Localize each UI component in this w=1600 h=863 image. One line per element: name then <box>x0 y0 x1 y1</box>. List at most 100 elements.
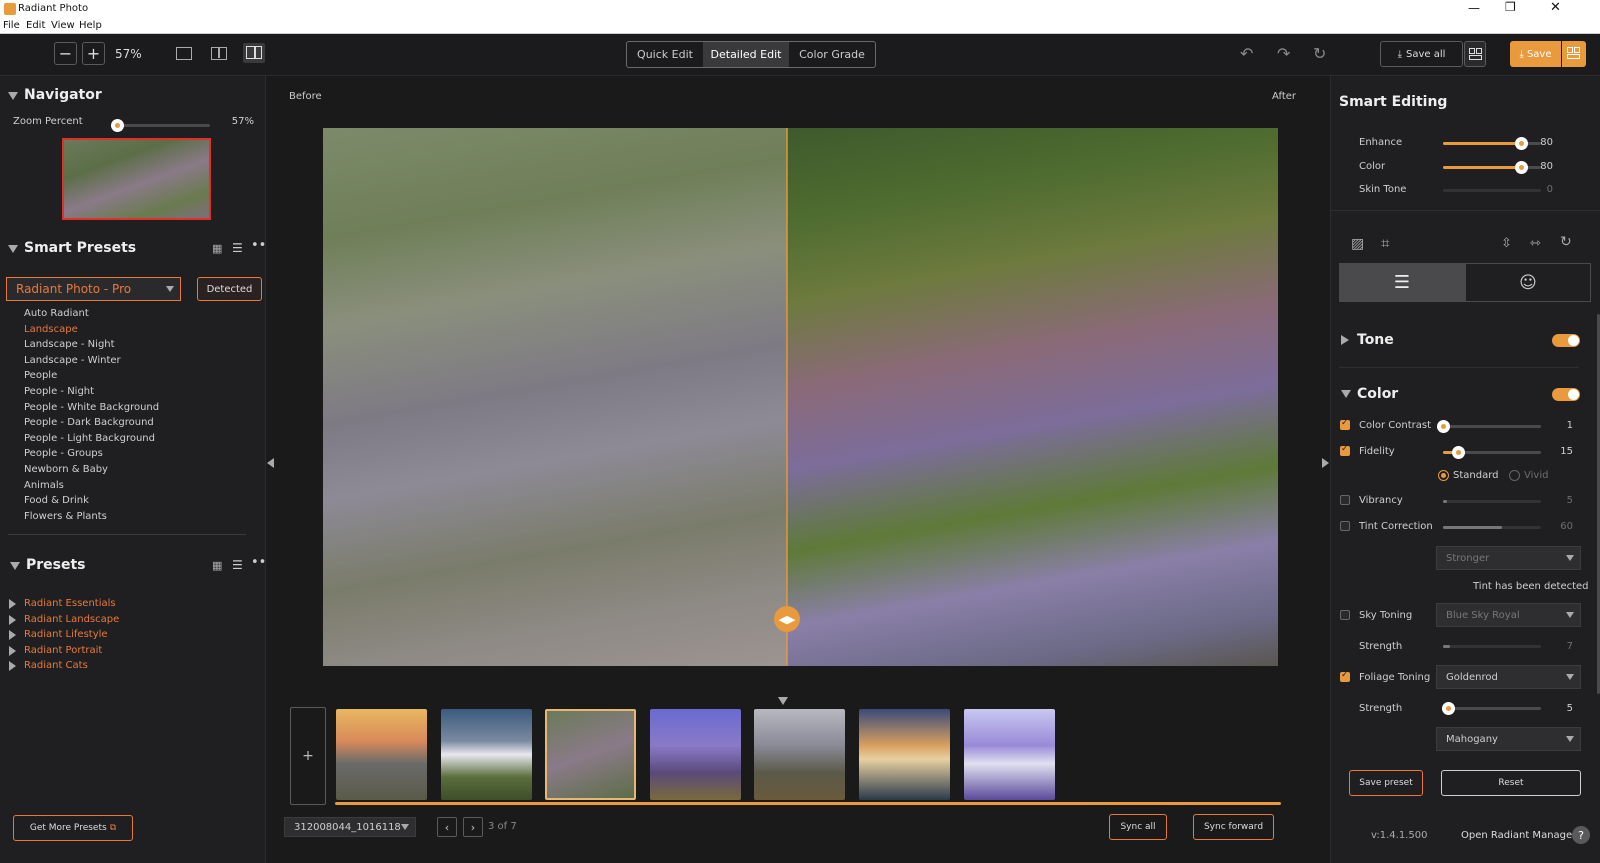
compare-view-icon[interactable] <box>243 43 265 63</box>
save-button[interactable]: ⤓ Save <box>1510 41 1561 67</box>
expand-folder-icon[interactable] <box>9 614 16 625</box>
collapse-navigator-icon[interactable] <box>8 92 18 100</box>
filename-select[interactable]: 312008044_1016118 <box>284 817 416 837</box>
fidelity-slider[interactable] <box>1443 446 1541 459</box>
foliage-toning-select[interactable]: Goldenrod <box>1436 665 1581 689</box>
undo-icon[interactable]: ↶ <box>1240 44 1253 63</box>
zoom-in-button[interactable]: + <box>82 42 105 65</box>
filmstrip-thumbnail[interactable] <box>336 709 427 800</box>
smart-preset-item[interactable]: Newborn & Baby <box>24 464 108 475</box>
filmstrip-toggle-icon[interactable] <box>778 697 788 705</box>
rotate-icon[interactable]: ↻ <box>1560 234 1572 250</box>
open-radiant-manager-link[interactable]: Open Radiant Manager <box>1461 830 1576 841</box>
collapse-presets-icon[interactable] <box>10 562 20 570</box>
menu-edit[interactable]: Edit <box>26 20 45 31</box>
save-preset-button[interactable]: Save preset <box>1349 770 1423 796</box>
minimize-icon[interactable]: — <box>1468 1 1480 15</box>
preset-folder[interactable]: Radiant Landscape <box>24 614 119 625</box>
collapse-left-panel-icon[interactable] <box>267 458 274 468</box>
tint-correction-slider[interactable] <box>1443 526 1541 529</box>
smart-preset-item[interactable]: People - Dark Background <box>24 417 154 428</box>
color-contrast-checkbox[interactable] <box>1340 418 1350 430</box>
expand-folder-icon[interactable] <box>9 630 16 640</box>
tone-toggle[interactable] <box>1552 334 1580 347</box>
filmstrip-thumbnail[interactable] <box>649 709 741 800</box>
flip-vertical-icon[interactable]: ⇳ <box>1501 236 1512 251</box>
filmstrip-thumbnail[interactable] <box>440 709 532 800</box>
tint-strength-select[interactable]: Stronger <box>1436 546 1581 570</box>
tab-detailed-edit[interactable]: Detailed Edit <box>703 42 789 67</box>
close-icon[interactable]: ✕ <box>1550 0 1561 15</box>
collapse-smart-presets-icon[interactable] <box>8 245 18 253</box>
flip-horizontal-icon[interactable]: ⇿ <box>1530 236 1541 251</box>
split-view-icon[interactable] <box>211 47 227 60</box>
zoom-percent-slider[interactable] <box>111 119 210 132</box>
navigator-thumbnail[interactable] <box>62 138 211 220</box>
filmstrip-thumbnail[interactable] <box>754 709 846 800</box>
filmstrip-thumbnail[interactable] <box>963 709 1055 800</box>
tab-face-retouch[interactable]: ☺ <box>1465 263 1591 302</box>
preset-pack-select[interactable]: Radiant Photo - Pro <box>6 277 181 301</box>
smart-preset-item[interactable]: People - Groups <box>24 448 103 459</box>
smart-preset-item[interactable]: Auto Radiant <box>24 308 89 319</box>
foliage-strength-slider[interactable] <box>1441 702 1541 715</box>
list-view-icon[interactable]: ☰ <box>232 241 243 255</box>
filmstrip-thumbnail[interactable] <box>545 709 637 800</box>
redo-icon[interactable]: ↷ <box>1277 44 1290 63</box>
grid-view-icon[interactable]: ▦ <box>212 559 222 572</box>
list-view-icon[interactable]: ☰ <box>232 558 243 572</box>
add-image-button[interactable]: + <box>290 707 326 805</box>
preset-folder[interactable]: Radiant Lifestyle <box>24 629 108 640</box>
zoom-out-button[interactable]: − <box>54 42 77 65</box>
smart-preset-item[interactable]: People - White Background <box>24 402 159 413</box>
save-all-button[interactable]: ⤓ Save all <box>1380 41 1463 67</box>
smart-preset-item[interactable]: Landscape <box>24 324 78 335</box>
smart-preset-item[interactable]: People <box>24 370 57 381</box>
vibrancy-slider[interactable] <box>1443 500 1541 503</box>
menu-help[interactable]: Help <box>79 20 102 31</box>
preset-folder[interactable]: Radiant Portrait <box>24 645 102 656</box>
menu-file[interactable]: File <box>3 20 20 31</box>
detected-button[interactable]: Detected <box>197 277 262 301</box>
filmstrip-thumbnail[interactable] <box>859 709 950 800</box>
foliage-toning-checkbox[interactable] <box>1340 670 1350 682</box>
split-handle-icon[interactable]: ◀▶ <box>774 606 800 632</box>
smart-preset-item[interactable]: People - Night <box>24 386 94 397</box>
help-icon[interactable]: ? <box>1572 826 1590 844</box>
preset-folder[interactable]: Radiant Essentials <box>24 598 116 609</box>
expand-folder-icon[interactable] <box>9 599 16 609</box>
next-image-button[interactable]: › <box>463 817 483 837</box>
save-options-icon[interactable] <box>1562 41 1586 67</box>
grid-view-icon[interactable]: ▦ <box>212 242 222 255</box>
save-all-options-icon[interactable] <box>1464 41 1486 67</box>
collapse-right-panel-icon[interactable] <box>1322 458 1329 468</box>
collapse-color-icon[interactable] <box>1341 390 1351 398</box>
smart-preset-item[interactable]: Animals <box>24 480 64 491</box>
tab-quick-edit[interactable]: Quick Edit <box>627 42 703 67</box>
prev-image-button[interactable]: ‹ <box>437 817 457 837</box>
sky-strength-slider[interactable] <box>1443 645 1541 648</box>
tab-color-grade[interactable]: Color Grade <box>789 42 875 67</box>
sync-forward-button[interactable]: Sync forward <box>1193 814 1274 840</box>
color-contrast-slider[interactable] <box>1437 420 1541 433</box>
expand-tone-icon[interactable] <box>1341 335 1349 345</box>
reset-button[interactable]: Reset <box>1441 770 1581 796</box>
sky-toning-select[interactable]: Blue Sky Royal <box>1436 603 1581 627</box>
tint-correction-checkbox[interactable] <box>1340 521 1350 531</box>
filmstrip-scrollbar[interactable] <box>335 802 1281 805</box>
reset-icon[interactable]: ↻ <box>1313 44 1326 63</box>
smart-preset-item[interactable]: Flowers & Plants <box>24 511 107 522</box>
smart-preset-item[interactable]: Food & Drink <box>24 495 89 506</box>
image-icon[interactable]: ▨ <box>1351 236 1364 252</box>
foliage-extra-select[interactable]: Mahogany <box>1436 727 1581 751</box>
smart-preset-item[interactable]: Landscape - Night <box>24 339 115 350</box>
get-more-presets-button[interactable]: Get More Presets ⧉ <box>13 815 133 841</box>
split-divider[interactable] <box>786 128 788 666</box>
smart-preset-item[interactable]: People - Light Background <box>24 433 155 444</box>
color-toggle[interactable] <box>1552 388 1580 401</box>
fidelity-checkbox[interactable] <box>1340 444 1350 456</box>
standard-radio[interactable] <box>1438 470 1449 481</box>
menu-view[interactable]: View <box>51 20 75 31</box>
sky-toning-checkbox[interactable] <box>1340 610 1350 620</box>
crop-icon[interactable]: ⌗ <box>1381 234 1389 252</box>
